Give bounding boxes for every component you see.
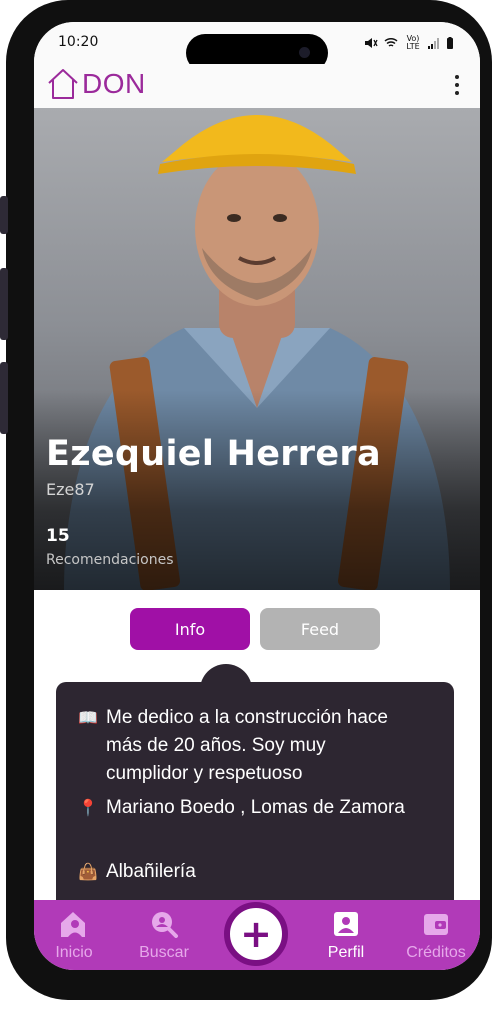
nav-label-perfil: Perfil	[327, 944, 365, 961]
plus-icon: +	[240, 912, 272, 956]
bag-icon: 👜	[78, 862, 98, 881]
profile-tabs: Info Feed	[34, 608, 480, 650]
wifi-icon	[384, 37, 398, 47]
side-button	[0, 196, 8, 234]
nav-item-inicio[interactable]: Inicio	[34, 900, 114, 970]
camera-icon	[299, 47, 310, 58]
bio-row: 📖 Me dedico a la construcción hace más d…	[78, 704, 406, 788]
recommendations-count: 15	[46, 526, 70, 546]
status-bar: 10:20 Vo) LTE	[34, 22, 480, 72]
home-user-icon	[59, 910, 89, 938]
recommendations-label: Recomendaciones	[46, 552, 174, 568]
overflow-menu-icon[interactable]	[452, 72, 462, 98]
location-row: 📍 Mariano Boedo , Lomas de Zamora	[78, 794, 406, 822]
bio-text: Me dedico a la construcción hace más de …	[106, 707, 388, 784]
nav-item-perfil[interactable]: Perfil	[306, 900, 386, 970]
profile-username: Eze87	[46, 480, 95, 499]
screen: 10:20 Vo) LTE DON Ezequiel Herrera Eze87…	[34, 22, 480, 970]
nav-label-inicio: Inicio	[55, 944, 93, 961]
pin-icon: 📍	[78, 798, 98, 817]
tab-info[interactable]: Info	[130, 608, 250, 650]
app-logo[interactable]: DON	[46, 67, 146, 101]
signal-icon	[428, 37, 439, 49]
profile-hero: Ezequiel Herrera Eze87 15 Recomendacione…	[34, 108, 480, 590]
book-icon: 📖	[78, 708, 98, 727]
trade-row: 👜 Albañilería	[78, 858, 406, 886]
nav-item-buscar[interactable]: Buscar	[124, 900, 204, 970]
volume-up-button	[0, 268, 8, 340]
trade-text: Albañilería	[106, 861, 196, 882]
battery-icon	[447, 37, 453, 49]
network-label: Vo) LTE	[406, 34, 420, 51]
card-pointer	[200, 664, 252, 694]
tab-feed[interactable]: Feed	[260, 608, 380, 650]
phone-frame: 10:20 Vo) LTE DON Ezequiel Herrera Eze87…	[0, 0, 492, 1000]
status-icons: Vo) LTE	[364, 35, 454, 51]
mute-icon	[365, 38, 378, 48]
wallet-icon	[422, 910, 450, 938]
profile-name: Ezequiel Herrera	[46, 434, 381, 474]
volume-down-button	[0, 362, 8, 434]
status-time: 10:20	[58, 34, 99, 50]
nav-label-buscar: Buscar	[139, 944, 189, 961]
nav-item-creditos[interactable]: Créditos	[396, 900, 476, 970]
search-user-icon	[149, 910, 179, 938]
logo-text: DON	[82, 68, 146, 99]
location-text: Mariano Boedo , Lomas de Zamora	[106, 797, 405, 818]
house-icon	[48, 69, 78, 99]
profile-icon	[332, 910, 360, 938]
info-card: 📖 Me dedico a la construcción hace más d…	[56, 664, 454, 922]
nav-label-creditos: Créditos	[406, 944, 466, 961]
app-bar: DON	[34, 64, 480, 110]
add-button[interactable]: +	[224, 902, 288, 966]
